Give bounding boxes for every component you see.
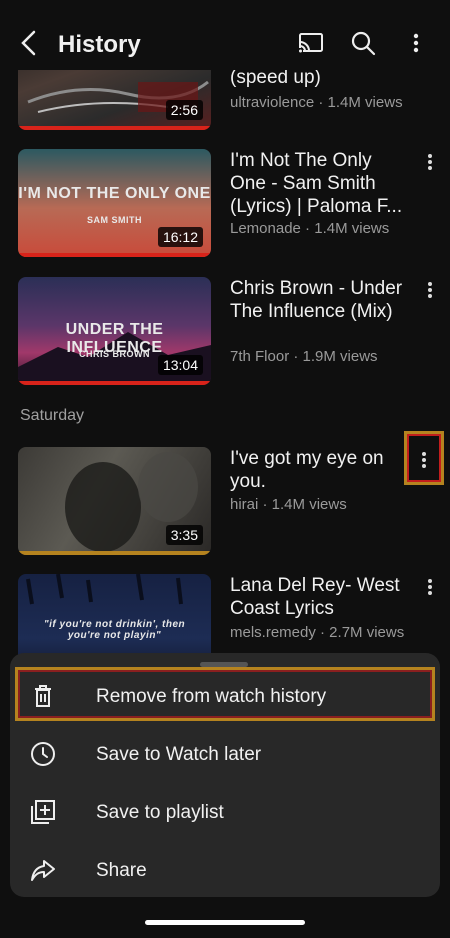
menu-item-label: Remove from watch history: [96, 686, 327, 707]
cast-icon[interactable]: [296, 28, 326, 58]
video-title[interactable]: I've got my eye on you.: [230, 447, 410, 493]
video-item[interactable]: I'M NOT THE ONLY ONE SAM SMITH 16:12 I'm…: [18, 149, 450, 259]
page-title: History: [58, 31, 141, 58]
home-indicator[interactable]: [145, 920, 305, 925]
menu-item-remove-from-history[interactable]: Remove from watch history: [10, 667, 440, 725]
video-item[interactable]: UNDER THE INFLUENCE CHRIS BROWN 13:04 Ch…: [18, 277, 450, 387]
thumbnail-caption: I'M NOT THE ONLY ONE: [18, 185, 211, 202]
video-meta: hirai · 1.4M views: [230, 496, 347, 513]
duration-badge: 13:04: [157, 355, 203, 375]
video-meta: 7th Floor · 1.9M views: [230, 348, 378, 365]
video-thumbnail[interactable]: I'M NOT THE ONLY ONE SAM SMITH 16:12: [18, 149, 211, 257]
action-bottom-sheet: Remove from watch history Save to Watch …: [10, 653, 440, 897]
video-item[interactable]: 3:35 I've got my eye on you. hirai · 1.4…: [18, 431, 450, 557]
menu-item-label: Share: [96, 860, 147, 881]
watch-progress: [18, 381, 211, 385]
more-vert-icon[interactable]: [402, 28, 432, 58]
watch-progress: [18, 551, 211, 555]
watch-progress: [18, 126, 211, 130]
watch-progress: [18, 253, 211, 257]
playlist-add-icon: [30, 799, 56, 825]
video-title[interactable]: I'm Not The Only One - Sam Smith (Lyrics…: [230, 149, 410, 218]
video-thumbnail[interactable]: UNDER THE INFLUENCE CHRIS BROWN 13:04: [18, 277, 211, 385]
more-vert-icon[interactable]: [420, 576, 440, 600]
duration-badge: 2:56: [165, 100, 203, 120]
menu-item-share[interactable]: Share: [10, 841, 440, 899]
share-icon: [30, 857, 56, 883]
more-vert-icon[interactable]: [420, 279, 440, 303]
menu-item-save-watch-later[interactable]: Save to Watch later: [10, 725, 440, 783]
video-title[interactable]: Lana Del Rey- West Coast Lyrics: [230, 574, 410, 620]
duration-badge: 16:12: [157, 227, 203, 247]
video-thumbnail[interactable]: 3:35: [18, 447, 211, 555]
menu-item-save-to-playlist[interactable]: Save to playlist: [10, 783, 440, 841]
video-meta: mels.remedy · 2.7M views: [230, 624, 405, 641]
menu-item-label: Save to playlist: [96, 802, 224, 823]
more-vert-icon[interactable]: [420, 151, 440, 175]
back-icon[interactable]: [14, 28, 44, 58]
video-meta: Lemonade · 1.4M views: [230, 220, 390, 237]
thumbnail-caption: "if you're not drinkin', then you're not…: [43, 619, 186, 641]
more-vert-icon[interactable]: [404, 431, 444, 485]
menu-item-label: Save to Watch later: [96, 744, 262, 765]
video-meta: ultraviolence · 1.4M views: [230, 94, 403, 111]
section-header-saturday: Saturday: [20, 407, 85, 424]
video-title[interactable]: Chris Brown - Under The Influence (Mix): [230, 277, 410, 323]
thumbnail-subcaption: SAM SMITH: [87, 215, 142, 225]
duration-badge: 3:35: [165, 525, 203, 545]
search-icon[interactable]: [348, 28, 378, 58]
clock-icon: [30, 741, 56, 767]
app-header: History: [0, 0, 450, 70]
trash-icon: [30, 683, 56, 709]
